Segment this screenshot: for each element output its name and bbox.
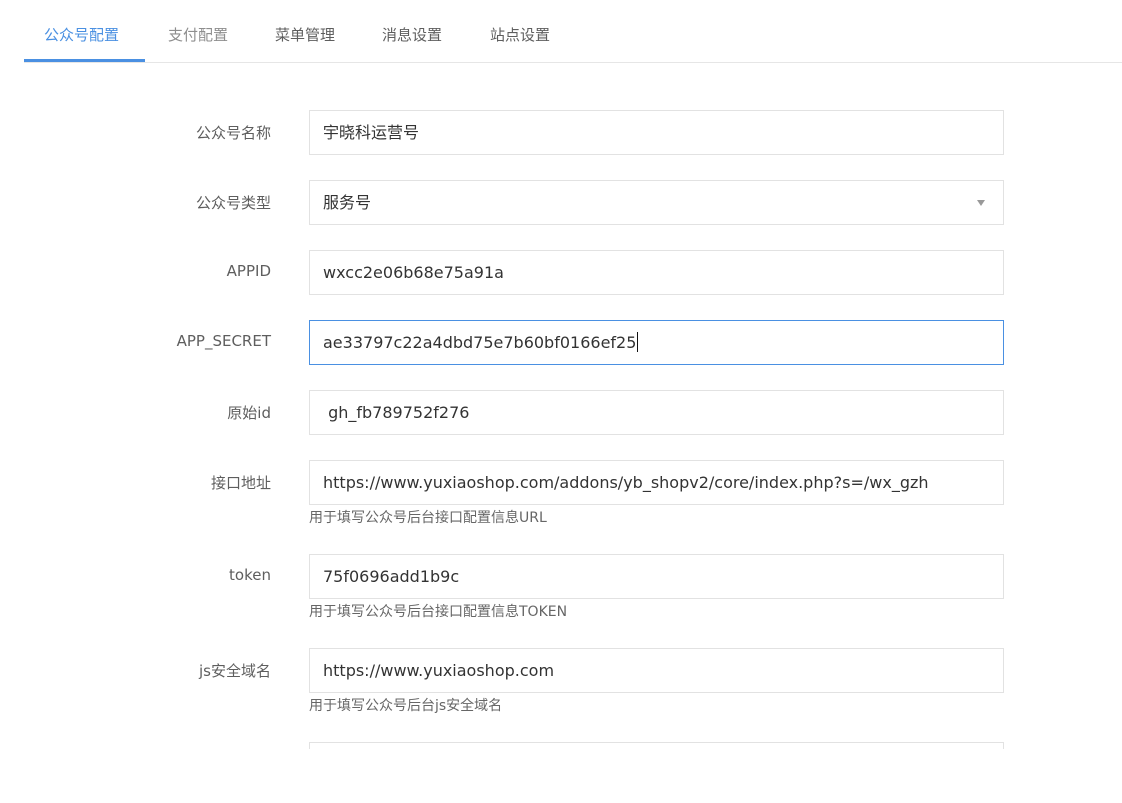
api-url-hint: 用于填写公众号后台接口配置信息URL xyxy=(309,510,547,526)
account-type-label: 公众号类型 xyxy=(195,194,271,212)
api-url-input[interactable]: https://www.yuxiaoshop.com/addons/yb_sho… xyxy=(309,460,1004,505)
appid-input[interactable]: wxcc2e06b68e75a91a xyxy=(309,250,1004,295)
js-domain-hint: 用于填写公众号后台js安全域名 xyxy=(309,698,503,714)
text-cursor xyxy=(637,332,639,352)
account-name-value: 宇晓科运营号 xyxy=(323,123,420,142)
api-url-label: 接口地址 xyxy=(210,474,271,492)
original-id-value: gh_fb789752f276 xyxy=(323,403,470,422)
app-secret-value-wrapper: ae33797c22a4dbd75e7b60bf0166ef25 xyxy=(323,321,639,364)
account-name-input[interactable]: 宇晓科运营号 xyxy=(309,110,1004,155)
appid-label: APPID xyxy=(226,262,271,280)
original-id-label: 原始id xyxy=(227,404,271,422)
app-secret-label: APP_SECRET xyxy=(176,332,271,350)
chevron-down-icon xyxy=(977,200,985,206)
token-label: token xyxy=(229,566,271,584)
original-id-input[interactable]: gh_fb789752f276 xyxy=(309,390,1004,435)
account-type-select[interactable]: 服务号 xyxy=(309,180,1004,225)
token-input[interactable]: 75f0696add1b9c xyxy=(309,554,1004,599)
token-hint: 用于填写公众号后台接口配置信息TOKEN xyxy=(309,604,568,620)
config-form: 公众号名称 宇晓科运营号 公众号类型 服务号 APPID wxcc2e06b68… xyxy=(0,0,1122,803)
appid-value: wxcc2e06b68e75a91a xyxy=(323,263,504,282)
js-domain-label: js安全域名 xyxy=(199,662,271,680)
app-secret-input[interactable]: ae33797c22a4dbd75e7b60bf0166ef25 xyxy=(309,320,1004,365)
next-form-input[interactable] xyxy=(309,742,1004,749)
api-url-value: https://www.yuxiaoshop.com/addons/yb_sho… xyxy=(323,473,929,492)
account-type-value: 服务号 xyxy=(323,193,372,212)
account-name-label: 公众号名称 xyxy=(195,124,271,142)
token-value: 75f0696add1b9c xyxy=(323,567,460,586)
js-domain-input[interactable]: https://www.yuxiaoshop.com xyxy=(309,648,1004,693)
js-domain-value: https://www.yuxiaoshop.com xyxy=(323,661,555,680)
app-secret-value: ae33797c22a4dbd75e7b60bf0166ef25 xyxy=(323,333,637,352)
